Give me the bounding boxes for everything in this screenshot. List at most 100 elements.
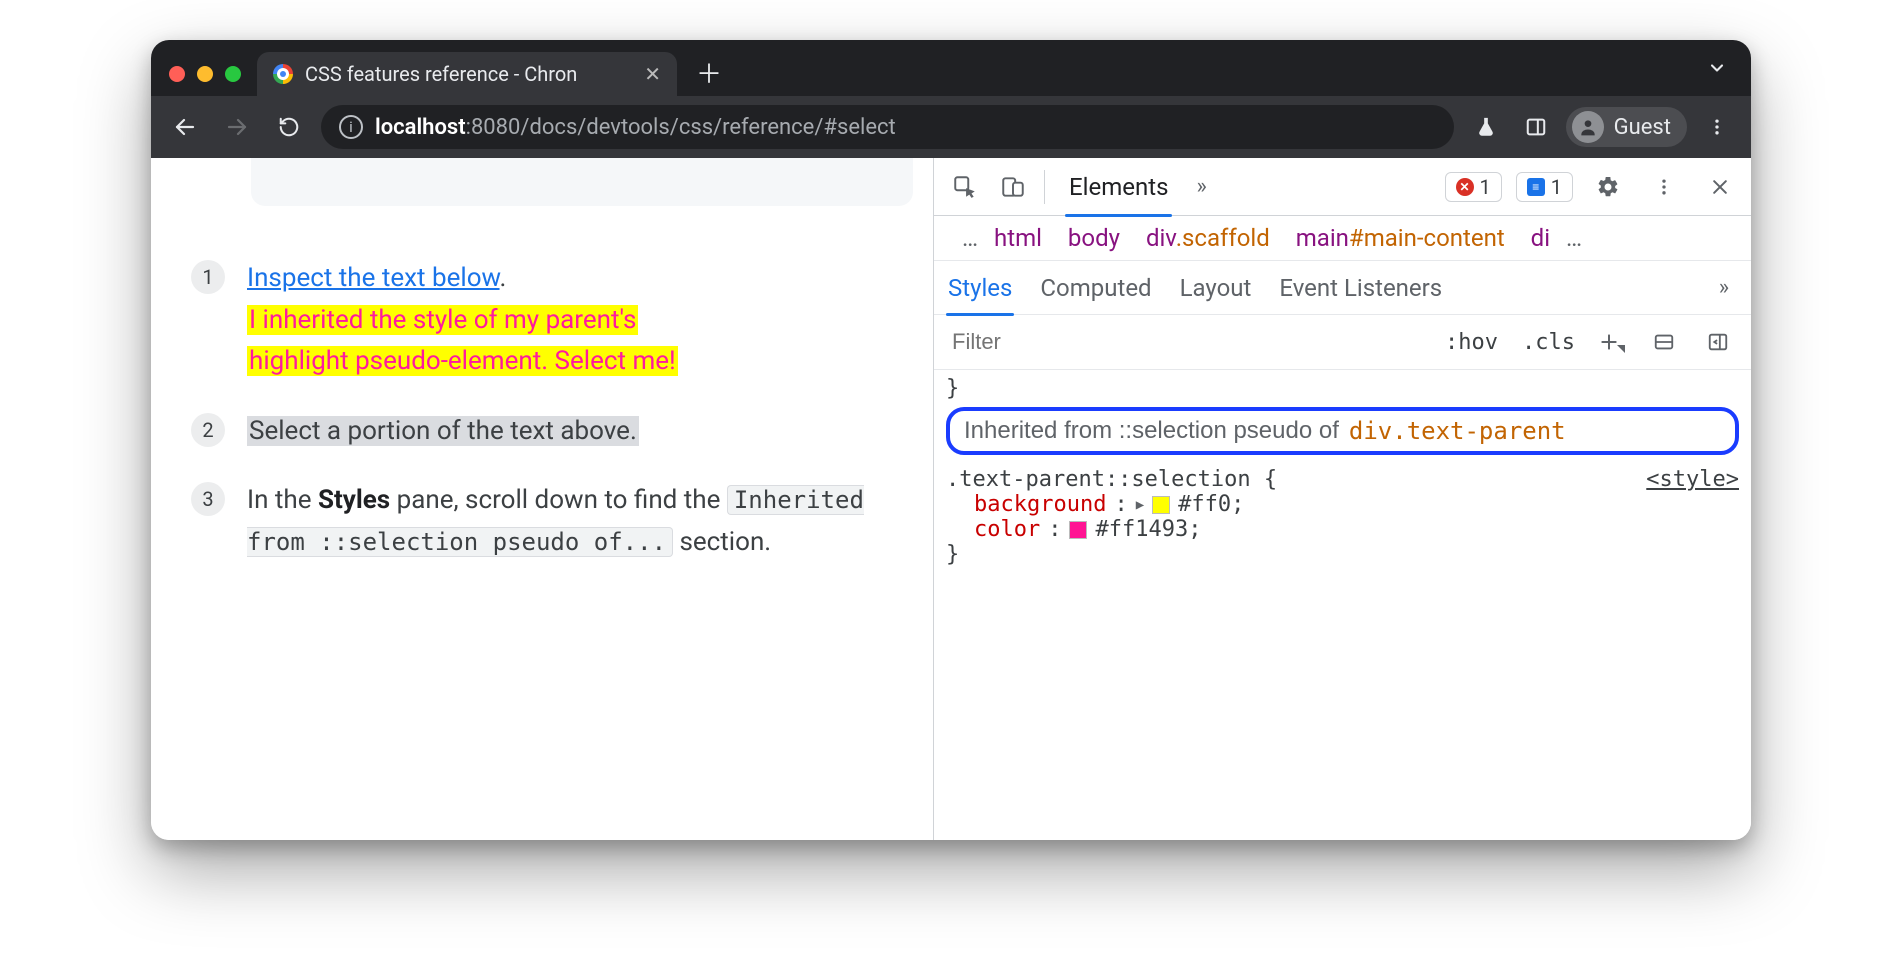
- tab-strip: CSS features reference - Chron ✕ ＋: [151, 40, 1751, 96]
- content-area: 1 Inspect the text below. I inherited th…: [151, 158, 1751, 840]
- inspect-link[interactable]: Inspect the text below: [247, 263, 500, 293]
- crumb-ellipsis-icon[interactable]: …: [962, 224, 978, 252]
- brace: }: [946, 376, 1739, 401]
- crumb[interactable]: body: [1068, 224, 1120, 252]
- message-icon: ≡: [1527, 178, 1545, 196]
- inherited-section-header[interactable]: Inherited from ::selection pseudo of div…: [946, 407, 1739, 455]
- hov-button[interactable]: :hov: [1439, 330, 1504, 355]
- minimize-window-icon[interactable]: [197, 66, 213, 82]
- css-declaration[interactable]: background: ▶ #ff0;: [946, 492, 1739, 517]
- expand-icon[interactable]: ▶: [1136, 497, 1144, 513]
- error-count: 1: [1480, 175, 1491, 199]
- tab-list-button[interactable]: [1707, 58, 1737, 96]
- subtabs-more-icon[interactable]: »: [1711, 275, 1737, 300]
- ordered-list: 1 Inspect the text below. I inherited th…: [191, 258, 893, 564]
- step-body: In the Styles pane, scroll down to find …: [247, 480, 893, 563]
- css-rule-header[interactable]: .text-parent::selection { <style>: [946, 467, 1739, 492]
- dot: .: [500, 263, 507, 293]
- crumb[interactable]: html: [994, 224, 1042, 252]
- new-style-rule-icon[interactable]: [1593, 321, 1631, 363]
- devtools-settings-icon[interactable]: [1587, 166, 1629, 208]
- css-source-link[interactable]: <style>: [1646, 467, 1739, 492]
- css-property: background: [974, 492, 1106, 517]
- labs-icon[interactable]: [1466, 107, 1506, 147]
- side-panel-icon[interactable]: [1516, 107, 1556, 147]
- list-item: 2 Select a portion of the text above.: [191, 411, 893, 453]
- reload-button[interactable]: [269, 107, 309, 147]
- styles-rules: } Inherited from ::selection pseudo of d…: [934, 370, 1751, 579]
- message-count: 1: [1551, 175, 1562, 199]
- crumb[interactable]: di: [1531, 224, 1550, 252]
- devtools-tabs-more-icon[interactable]: »: [1188, 174, 1214, 199]
- browser-window: CSS features reference - Chron ✕ ＋ i: [151, 40, 1751, 840]
- computed-panel-toggle-icon[interactable]: [1697, 321, 1739, 363]
- tab-title: CSS features reference - Chron: [305, 62, 632, 86]
- page-header-bg: [251, 158, 913, 206]
- css-property: color: [974, 517, 1040, 542]
- styles-subtabs: Styles Computed Layout Event Listeners »: [934, 261, 1751, 315]
- inspect-element-icon[interactable]: [944, 166, 986, 208]
- devtools-menu-icon[interactable]: [1643, 166, 1685, 208]
- cls-button[interactable]: .cls: [1516, 330, 1581, 355]
- list-item: 3 In the Styles pane, scroll down to fin…: [191, 480, 893, 563]
- subtab-layout[interactable]: Layout: [1180, 261, 1252, 315]
- toolbar-right: Guest: [1466, 107, 1737, 147]
- subtab-computed[interactable]: Computed: [1040, 261, 1151, 315]
- step-number: 3: [191, 482, 225, 516]
- highlighted-text[interactable]: highlight pseudo-element. Select me!: [247, 346, 678, 376]
- step-number: 2: [191, 413, 225, 447]
- profile-button[interactable]: Guest: [1566, 107, 1687, 147]
- inherited-selector: div.text-parent: [1349, 417, 1566, 445]
- error-icon: ✕: [1456, 178, 1474, 196]
- tab-close-icon[interactable]: ✕: [644, 62, 661, 86]
- crumb-ellipsis-icon[interactable]: …: [1566, 224, 1582, 252]
- step-body: Select a portion of the text above.: [247, 411, 639, 453]
- address-bar[interactable]: i localhost:8080/docs/devtools/css/refer…: [321, 105, 1454, 149]
- browser-tab[interactable]: CSS features reference - Chron ✕: [257, 52, 677, 96]
- avatar-icon: [1572, 111, 1604, 143]
- css-declaration[interactable]: color: #ff1493;: [946, 517, 1739, 542]
- zoom-window-icon[interactable]: [225, 66, 241, 82]
- css-value: #ff0;: [1178, 492, 1244, 517]
- list-item: 1 Inspect the text below. I inherited th…: [191, 258, 893, 383]
- selected-text[interactable]: Select a portion of the text above.: [247, 416, 639, 446]
- css-selector: .text-parent::selection {: [946, 467, 1277, 492]
- crumb[interactable]: main#main-content: [1296, 224, 1505, 252]
- highlighted-text[interactable]: I inherited the style of my parent's: [247, 305, 638, 335]
- profile-label: Guest: [1614, 115, 1671, 140]
- css-value: #ff1493;: [1095, 517, 1201, 542]
- chrome-favicon-icon: [273, 64, 293, 84]
- site-info-icon[interactable]: i: [339, 115, 363, 139]
- color-swatch-icon[interactable]: [1069, 521, 1087, 539]
- text: section.: [673, 527, 771, 557]
- styles-filter-input[interactable]: [946, 324, 1427, 360]
- text: pane, scroll down to find the: [390, 485, 727, 515]
- message-badge[interactable]: ≡ 1: [1516, 172, 1573, 202]
- back-button[interactable]: [165, 107, 205, 147]
- color-swatch-icon[interactable]: [1152, 496, 1170, 514]
- new-tab-button[interactable]: ＋: [691, 54, 727, 90]
- overflow-menu-icon[interactable]: [1697, 107, 1737, 147]
- text: In the: [247, 485, 318, 515]
- forward-button[interactable]: [217, 107, 257, 147]
- inherited-label: Inherited from ::selection pseudo of: [964, 417, 1339, 445]
- window-controls: [165, 66, 249, 96]
- element-breadcrumb[interactable]: … html body div.scaffold main#main-conte…: [934, 216, 1751, 261]
- url-text: localhost:8080/docs/devtools/css/referen…: [375, 115, 896, 140]
- step-body: Inspect the text below. I inherited the …: [247, 258, 678, 383]
- flexbox-editor-icon[interactable]: [1643, 321, 1685, 363]
- subtab-styles[interactable]: Styles: [948, 261, 1012, 315]
- devtools-close-icon[interactable]: [1699, 166, 1741, 208]
- error-badge[interactable]: ✕ 1: [1445, 172, 1502, 202]
- web-page: 1 Inspect the text below. I inherited th…: [151, 158, 933, 840]
- device-toggle-icon[interactable]: [992, 166, 1034, 208]
- close-window-icon[interactable]: [169, 66, 185, 82]
- devtools-top-bar: Elements » ✕ 1 ≡ 1: [934, 158, 1751, 216]
- subtab-event-listeners[interactable]: Event Listeners: [1279, 261, 1442, 315]
- step-number: 1: [191, 260, 225, 294]
- crumb[interactable]: div.scaffold: [1146, 224, 1270, 252]
- bold-text: Styles: [318, 485, 390, 515]
- browser-toolbar: i localhost:8080/docs/devtools/css/refer…: [151, 96, 1751, 158]
- devtools-tab-elements[interactable]: Elements: [1055, 158, 1182, 216]
- devtools-panel: Elements » ✕ 1 ≡ 1: [933, 158, 1751, 840]
